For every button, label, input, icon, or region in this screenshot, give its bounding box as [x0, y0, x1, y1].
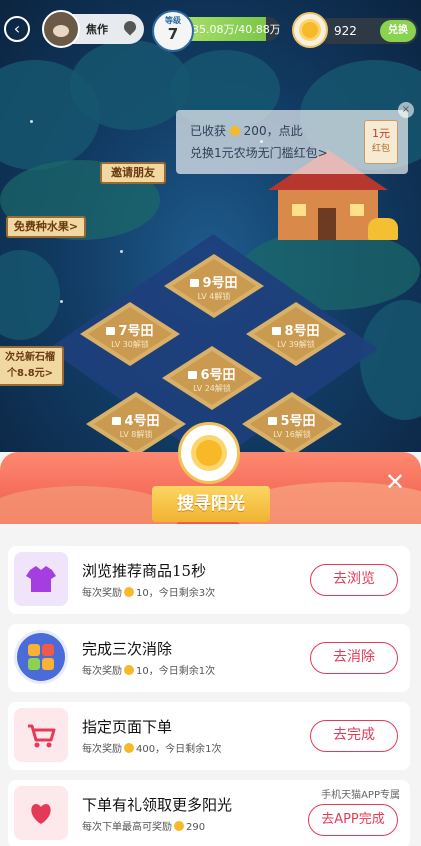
location-icon [121, 18, 139, 36]
sun-icon [124, 587, 134, 597]
heart-icon [14, 786, 68, 840]
task-title: 浏览推荐商品15秒 [82, 562, 207, 580]
match-game-icon [14, 630, 68, 684]
notice-line-1: 已收获 200，点此 [190, 124, 303, 138]
sun-icon [292, 12, 328, 48]
level-badge: 等级 7 [152, 10, 194, 52]
plot-unlock-level: LV 4解锁 [197, 292, 231, 301]
task-desc: 每次下单最高可奖励 290 [82, 821, 206, 833]
browse-button[interactable]: 去浏览 [310, 564, 398, 596]
top-bar: ‹ 焦作 35.08万/40.88万 等级 7 922 兑换 [0, 0, 421, 62]
plot-unlock-level: LV 8解锁 [119, 430, 153, 439]
app-exclusive-note: 手机天猫APP专属 [321, 790, 400, 801]
close-icon[interactable]: × [398, 102, 414, 118]
profile-pill[interactable]: 焦作 [42, 10, 144, 48]
task-desc: 每次奖励 400，今日剩余1次 [82, 743, 222, 755]
plot-title: 5号田 [280, 414, 316, 429]
back-button[interactable]: ‹ [4, 16, 30, 42]
lock-icon [188, 371, 198, 379]
plot-unlock-level: LV 39解锁 [277, 340, 315, 349]
farm-scene: 9号田 LV 4解锁 7号田 LV 30解锁 8号田 LV 39解锁 6号田 L… [0, 0, 421, 470]
sun-icon [174, 821, 184, 831]
lock-icon [268, 417, 278, 425]
plot-unlock-level: LV 30解锁 [111, 340, 149, 349]
promo-line: 个8.8元> [6, 368, 54, 379]
tree-decoration [360, 300, 421, 420]
lock-icon [272, 327, 282, 335]
notice-line-2: 兑换1元农场无门槛红包> [190, 146, 328, 160]
level-value: 7 [167, 25, 179, 43]
task-item: 浏览推荐商品15秒 每次奖励 10，今日剩余3次 去浏览 [8, 546, 410, 614]
complete-button[interactable]: 去完成 [310, 720, 398, 752]
task-item: 指定页面下单 每次奖励 400，今日剩余1次 去完成 [8, 702, 410, 770]
sun-icon [124, 665, 134, 675]
plot-unlock-level: LV 24解锁 [193, 384, 231, 393]
plot-5[interactable]: 5号田 LV 16解锁 [242, 392, 342, 456]
sun-count: 922 [334, 24, 357, 38]
task-title: 指定页面下单 [82, 718, 173, 736]
plot-title: 7号田 [118, 324, 154, 339]
progress-text: 35.08万/40.88万 [192, 23, 280, 36]
promo-sign[interactable]: 次兑新石榴 个8.8元> [0, 346, 64, 386]
sun-balance: 922 兑换 [316, 18, 418, 44]
plot-title: 9号田 [202, 276, 238, 291]
invite-friends-sign[interactable]: 邀请朋友 [100, 162, 166, 184]
lock-icon [106, 327, 116, 335]
profile-name: 焦作 [86, 23, 108, 36]
task-title: 下单有礼领取更多阳光 [82, 796, 233, 814]
sun-icon [178, 422, 240, 484]
plot-title: 6号田 [200, 368, 236, 383]
task-item: 完成三次消除 每次奖励 10，今日剩余1次 去消除 [8, 624, 410, 692]
task-title: 完成三次消除 [82, 640, 173, 658]
sun-icon [124, 743, 134, 753]
coupon-badge: 1元 红包 [364, 120, 398, 164]
eliminate-button[interactable]: 去消除 [310, 642, 398, 674]
avatar[interactable] [42, 10, 80, 48]
task-desc: 每次奖励 10，今日剩余3次 [82, 587, 216, 599]
tshirt-icon [14, 552, 68, 606]
free-fruit-sign[interactable]: 免费种水果> [6, 216, 86, 238]
level-progress: 35.08万/40.88万 [180, 17, 280, 41]
harvest-notice[interactable]: 已收获 200，点此 兑换1元农场无门槛红包> 1元 红包 × [176, 102, 414, 174]
lock-icon [112, 417, 122, 425]
mailbox-icon[interactable] [368, 218, 398, 240]
lock-icon [190, 279, 200, 287]
sheet-title: 搜寻阳光 [152, 486, 270, 522]
exchange-button[interactable]: 兑换 [380, 20, 416, 42]
plot-title: 8号田 [284, 324, 320, 339]
plot-4[interactable]: 4号田 LV 8解锁 [86, 392, 186, 456]
close-button[interactable]: ✕ [383, 470, 407, 494]
plot-unlock-level: LV 16解锁 [273, 430, 311, 439]
tree-decoration [0, 250, 60, 340]
plot-title: 4号田 [124, 414, 160, 429]
task-item: 下单有礼领取更多阳光 每次下单最高可奖励 290 手机天猫APP专属 去APP完成 [8, 780, 410, 846]
sun-icon [229, 126, 240, 136]
cart-icon [14, 708, 68, 762]
app-complete-button[interactable]: 去APP完成 [308, 804, 398, 836]
task-desc: 每次奖励 10，今日剩余1次 [82, 665, 216, 677]
promo-line: 次兑新石榴 [5, 352, 55, 363]
